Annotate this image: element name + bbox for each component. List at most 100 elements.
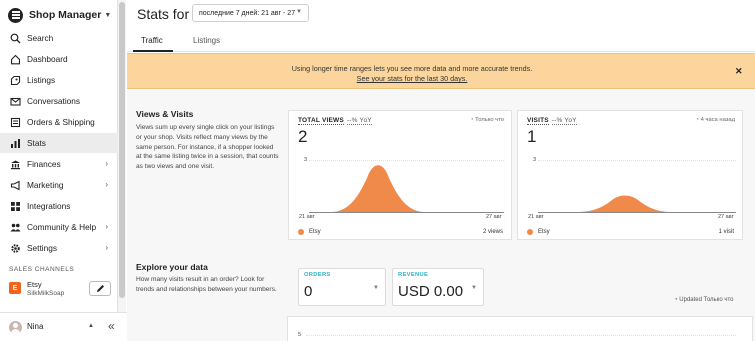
pencil-icon [96, 285, 104, 292]
explore-updated: ◔ Updated Только что [674, 297, 734, 303]
sidebar-item-orders-shipping[interactable]: Orders & Shipping [0, 112, 118, 132]
finances-icon [9, 158, 21, 170]
views-visits-description: Views sum up every single click on your … [136, 124, 279, 171]
sidebar-item-label: Community & Help [27, 222, 97, 232]
collapse-sidebar-icon[interactable]: « [108, 319, 115, 333]
sidebar-item-conversations[interactable]: Conversations [0, 91, 118, 111]
y-tick: 3 [304, 157, 308, 163]
visits-area [576, 195, 672, 212]
sidebar-footer: Nina ▲ « [0, 312, 127, 341]
sidebar-item-search[interactable]: Search [0, 28, 118, 48]
visits-chart [538, 195, 736, 213]
x-tick-end: 27 авг [486, 214, 502, 220]
stats-icon [9, 137, 21, 149]
visits-value: 1 [527, 127, 537, 146]
views-chart [309, 165, 504, 213]
total-views-value: 2 [298, 127, 308, 146]
people-icon [9, 221, 21, 233]
chevron-right-icon: › [105, 222, 108, 231]
chevron-down-icon: ▼ [373, 285, 379, 291]
yoy-label: --% YoY [551, 117, 577, 125]
sidebar-item-label: Conversations [27, 96, 81, 106]
sidebar-item-label: Finances [27, 159, 61, 169]
x-tick-start: 21 авг [528, 214, 544, 220]
visits-panel: VISITS --% YoY ◔ 4 часа назад 1 3 21 авг … [517, 110, 743, 240]
revenue-metric-select[interactable]: REVENUE USD 0.00 ▼ [392, 268, 484, 306]
date-range-value: последние 7 дней: 21 авг - 27 [199, 9, 296, 17]
main-content: Stats for последние 7 дней: 21 авг - 27 … [127, 0, 755, 341]
active-tab-indicator [133, 50, 173, 52]
chevron-down-icon: ▼ [296, 9, 302, 15]
gear-icon [9, 242, 21, 254]
sidebar-item-marketing[interactable]: Marketing › [0, 175, 118, 195]
views-area [331, 165, 425, 212]
x-tick-start: 21 авг [299, 214, 315, 220]
sales-channel-etsy[interactable]: E Etsy SilkMilkSoap [9, 280, 114, 302]
sidebar-item-label: Integrations [27, 201, 71, 211]
avatar[interactable] [9, 321, 22, 334]
y-tick: 3 [533, 157, 537, 163]
sidebar-item-settings[interactable]: Settings › [0, 238, 118, 258]
home-icon [9, 53, 21, 65]
sidebar-scrollbar-thumb[interactable] [119, 2, 125, 298]
tab-traffic[interactable]: Traffic [141, 36, 163, 45]
edit-channel-button[interactable] [89, 281, 111, 296]
sales-channels-label: SALES CHANNELS [9, 266, 75, 273]
close-icon[interactable]: ✕ [735, 66, 743, 77]
tab-bar: Traffic Listings [127, 30, 755, 52]
sidebar-item-stats[interactable]: Stats [0, 133, 118, 153]
channel-shop-name: SilkMilkSoap [27, 290, 65, 297]
sidebar-item-integrations[interactable]: Integrations [0, 196, 118, 216]
orders-icon [9, 116, 21, 128]
visits-label: VISITS --% YoY [527, 117, 577, 125]
sidebar-item-community-help[interactable]: Community & Help › [0, 217, 118, 237]
channel-name: Etsy [27, 280, 42, 289]
x-tick-end: 27 авг [718, 214, 734, 220]
series-color-swatch [527, 229, 533, 235]
chevron-right-icon: › [105, 180, 108, 189]
revenue-value: USD 0.00 [398, 283, 464, 300]
chevron-right-icon: › [105, 243, 108, 252]
sidebar-item-dashboard[interactable]: Dashboard [0, 49, 118, 69]
banner-text: Using longer time ranges lets you see mo… [291, 64, 533, 73]
series-color-swatch [298, 229, 304, 235]
sidebar-item-label: Marketing [27, 180, 64, 190]
date-range-select[interactable]: последние 7 дней: 21 авг - 27 ▼ [192, 4, 309, 22]
shop-manager-menu[interactable]: Shop Manager ▼ [8, 5, 111, 25]
sidebar: Shop Manager ▼ Search Dashboard Listings… [0, 0, 118, 341]
app-title: Shop Manager [29, 9, 102, 21]
sidebar-item-finances[interactable]: Finances › [0, 154, 118, 174]
user-name[interactable]: Nina [27, 322, 43, 331]
gridline [306, 335, 736, 336]
sidebar-item-label: Settings [27, 243, 57, 253]
chevron-down-icon: ▼ [104, 11, 112, 19]
grid-icon [9, 200, 21, 212]
sidebar-item-label: Orders & Shipping [27, 117, 95, 127]
banner-link[interactable]: See your stats for the last 30 days. [127, 74, 697, 83]
explore-description: How many visits result in an order? Look… [136, 276, 277, 293]
mail-icon [9, 95, 21, 107]
legend-etsy: Etsy [298, 229, 321, 235]
views-visits-heading: Views & Visits [136, 109, 194, 119]
sidebar-item-listings[interactable]: Listings [0, 70, 118, 90]
explore-heading: Explore your data [136, 262, 208, 272]
page-title: Stats for [137, 6, 190, 22]
explore-chart-panel: 5 [287, 316, 753, 341]
yoy-label: --% YoY [346, 117, 372, 125]
sidebar-item-label: Stats [27, 138, 46, 148]
sidebar-scrollbar[interactable] [118, 0, 126, 341]
orders-metric-select[interactable]: ORDERS 0 ▼ [298, 268, 386, 306]
orders-value: 0 [304, 283, 313, 300]
revenue-label: REVENUE [398, 272, 429, 278]
info-banner: Using longer time ranges lets you see mo… [127, 53, 755, 89]
megaphone-icon [9, 179, 21, 191]
listings-icon [9, 74, 21, 86]
y-tick: 5 [298, 332, 302, 338]
etsy-badge-icon: E [9, 282, 21, 294]
tab-listings[interactable]: Listings [193, 36, 220, 45]
legend-etsy: Etsy [527, 229, 550, 235]
app-window: Shop Manager ▼ Search Dashboard Listings… [0, 0, 755, 341]
sidebar-item-label: Listings [27, 75, 56, 85]
search-icon [9, 32, 21, 44]
chevron-up-icon[interactable]: ▲ [88, 323, 94, 329]
